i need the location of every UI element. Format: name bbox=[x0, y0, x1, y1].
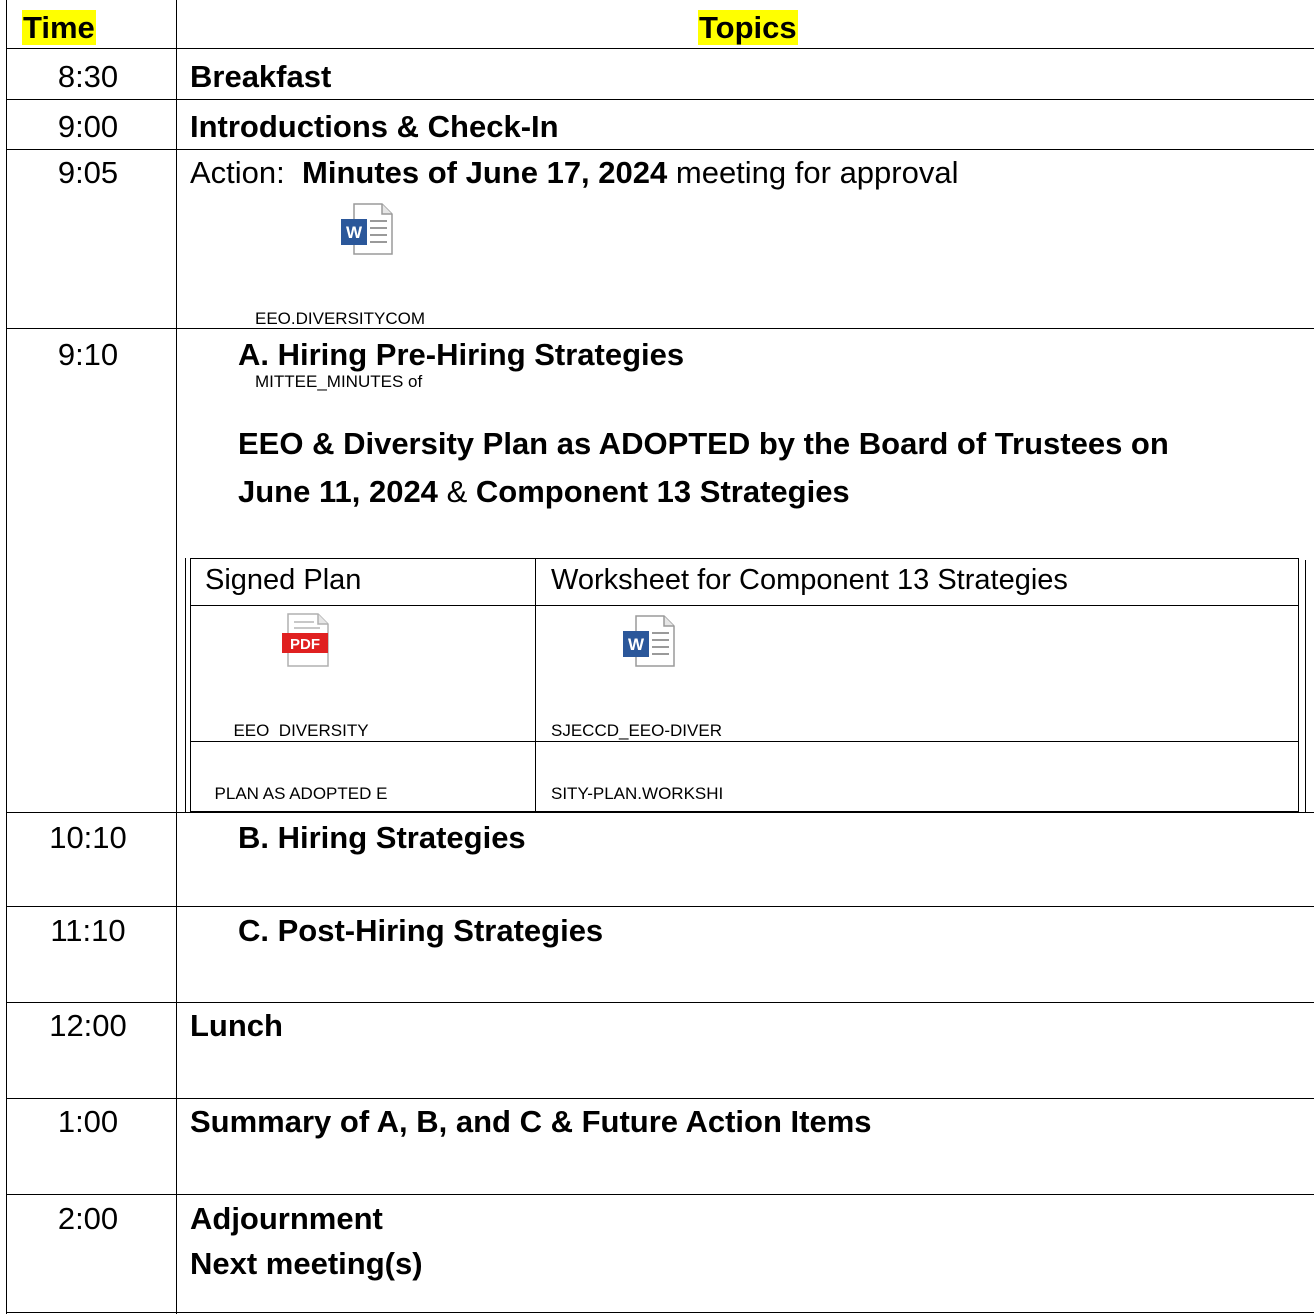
inner-col-header: Signed Plan bbox=[205, 564, 362, 596]
action-suffix: meeting for approval bbox=[675, 155, 959, 190]
row-time: 11:10 bbox=[50, 913, 126, 948]
row-topic: B. Hiring Strategies bbox=[238, 820, 526, 855]
row-topic: Next meeting(s) bbox=[190, 1246, 423, 1281]
plan-line: EEO & Diversity Plan as ADOPTED by the B… bbox=[238, 426, 1169, 461]
inner-col-header: Worksheet for Component 13 Strategies bbox=[551, 564, 1068, 596]
row-time: 10:10 bbox=[49, 820, 127, 855]
file-caption-line: EEO DIVERSITY bbox=[233, 721, 369, 740]
svg-text:W: W bbox=[346, 223, 363, 242]
inner-row-divider bbox=[190, 605, 1299, 606]
svg-text:W: W bbox=[628, 635, 645, 654]
row-divider bbox=[6, 1194, 1314, 1195]
action-item: Action: Minutes of June 17, 2024 meeting… bbox=[190, 155, 958, 191]
section-heading: A. Hiring Pre-Hiring Strategies bbox=[238, 337, 685, 372]
plan-date: June 11, 2024 bbox=[238, 474, 438, 509]
pdf-label: PDF bbox=[290, 636, 320, 653]
row-divider bbox=[6, 99, 1314, 100]
header-topics-label: Topics bbox=[698, 10, 798, 45]
agenda-page: Time Topics 8:30 Breakfast 9:00 Introduc… bbox=[0, 0, 1314, 1314]
file-caption-line: SJECCD_EEO-DIVER bbox=[551, 721, 722, 740]
row-divider bbox=[6, 1098, 1314, 1099]
row-divider bbox=[6, 1002, 1314, 1003]
time-column-divider bbox=[176, 0, 177, 1314]
row-time: 9:10 bbox=[57, 337, 119, 372]
header-time: Time bbox=[22, 10, 96, 46]
row-time: 9:05 bbox=[57, 155, 119, 190]
table-bottom-border bbox=[6, 1312, 1314, 1313]
plan-line: June 11, 2024 & Component 13 Strategies bbox=[238, 474, 850, 510]
row-divider bbox=[6, 328, 1314, 329]
header-time-label: Time bbox=[22, 10, 96, 45]
inner-col-divider bbox=[535, 558, 536, 812]
row-time: 9:00 bbox=[57, 109, 119, 144]
header-topics: Topics bbox=[698, 10, 798, 46]
file-caption-line: MITTEE_MINUTES of bbox=[255, 372, 423, 391]
row-topic: Summary of A, B, and C & Future Action I… bbox=[190, 1104, 872, 1139]
inner-left-border bbox=[185, 558, 186, 812]
action-prefix: Action: bbox=[190, 155, 285, 190]
row-topic: Lunch bbox=[190, 1008, 283, 1043]
row-time: 8:30 bbox=[57, 59, 119, 94]
pdf-document-icon[interactable]: PDF bbox=[280, 613, 334, 667]
action-minutes-title: Minutes of June 17, 2024 bbox=[302, 155, 668, 190]
row-time: 1:00 bbox=[57, 1104, 119, 1139]
file-caption-line: EEO.DIVERSITYCOM bbox=[255, 309, 426, 328]
row-divider bbox=[6, 149, 1314, 150]
file-caption: SJECCD_EEO-DIVER SITY-PLAN.WORKSHI bbox=[551, 678, 783, 846]
row-topic: C. Post-Hiring Strategies bbox=[238, 913, 604, 948]
word-document-icon[interactable]: W bbox=[340, 203, 394, 255]
row-divider bbox=[6, 48, 1314, 49]
row-time: 12:00 bbox=[49, 1008, 127, 1043]
plan-ampersand: & bbox=[446, 474, 468, 509]
plan-component: Component 13 Strategies bbox=[475, 474, 850, 509]
row-topic: Introductions & Check-In bbox=[190, 109, 559, 144]
word-document-icon[interactable]: W bbox=[622, 615, 676, 667]
row-time: 2:00 bbox=[57, 1201, 119, 1236]
file-caption-line: SITY-PLAN.WORKSHI bbox=[551, 784, 724, 803]
row-topic: Adjournment bbox=[190, 1201, 383, 1236]
inner-right-edge bbox=[1305, 560, 1306, 812]
row-divider bbox=[6, 906, 1314, 907]
row-topic: Breakfast bbox=[190, 59, 332, 94]
file-caption-line: PLAN AS ADOPTED E bbox=[214, 784, 388, 803]
